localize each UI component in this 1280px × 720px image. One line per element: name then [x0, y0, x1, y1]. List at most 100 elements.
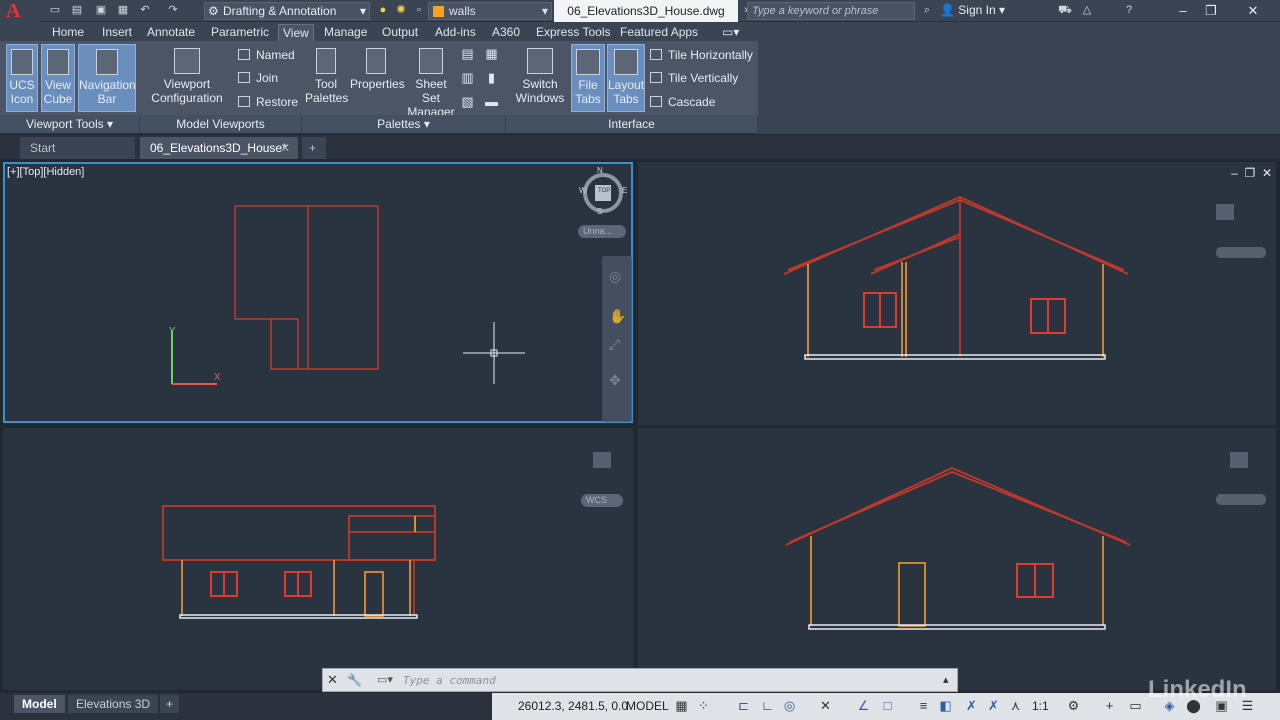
compass-east[interactable]: E	[622, 186, 627, 195]
design-center-icon[interactable]: ▤	[460, 46, 475, 61]
ucs-menu-pill[interactable]: Unna...	[578, 225, 626, 238]
calculator-icon[interactable]: ▮	[484, 70, 499, 85]
view-cube-button[interactable]: View Cube	[41, 44, 75, 112]
layer-properties-icon[interactable]: ▧	[460, 94, 475, 109]
join-button[interactable]: Join	[238, 71, 278, 85]
object-snap-tracking-icon[interactable]: ∠	[856, 698, 871, 713]
tab-manage[interactable]: Manage	[320, 24, 371, 41]
application-menu-button[interactable]: A	[0, 0, 40, 22]
sun-icon[interactable]: ✺	[394, 4, 408, 17]
tile-vertically-button[interactable]: Tile Vertically	[650, 71, 738, 85]
compass-north[interactable]: N	[597, 166, 603, 175]
grid-icon[interactable]: ▦	[674, 698, 689, 713]
file-tabs-button[interactable]: File Tabs	[571, 44, 605, 112]
tab-express-tools[interactable]: Express Tools	[532, 24, 614, 41]
undo-icon[interactable]: ↶	[138, 4, 152, 17]
polar-tracking-icon[interactable]: ◎	[782, 698, 797, 713]
restore-button[interactable]: Restore	[238, 95, 298, 109]
compass-south[interactable]: S	[597, 207, 602, 216]
annotation-monitor-icon[interactable]: +	[1102, 698, 1117, 713]
tab-featured-apps[interactable]: Featured Apps	[616, 24, 702, 41]
viewport-configuration-button[interactable]: Viewport Configuration	[146, 44, 228, 112]
tab-add-ins[interactable]: Add-ins	[431, 24, 480, 41]
new-tab-button[interactable]: +	[302, 137, 326, 159]
maximize-button[interactable]: ❐	[1198, 2, 1224, 20]
external-references-icon[interactable]: ▦	[484, 46, 499, 61]
infer-constraints-icon[interactable]: ⊏	[736, 698, 751, 713]
snap-icon[interactable]: ⁘	[696, 698, 711, 713]
ortho-icon[interactable]: ∟	[760, 698, 775, 713]
object-snap-icon[interactable]: □	[880, 698, 895, 713]
steering-wheel-icon[interactable]: ◎	[609, 268, 621, 285]
auto-scale-icon[interactable]: ✗	[986, 698, 1001, 713]
command-line-icon[interactable]: ▬	[484, 94, 499, 109]
binoculars-icon[interactable]: ⌕	[920, 4, 934, 17]
tab-a360[interactable]: A360	[488, 24, 524, 41]
workspace-selector[interactable]: ⚙ Drafting & Annotation ▾	[204, 2, 370, 20]
sign-in-button[interactable]: 👤 Sign In ▾	[940, 3, 1005, 17]
pan-hand-icon[interactable]: ✋	[609, 308, 626, 325]
open-file-icon[interactable]: ▤	[70, 4, 84, 17]
save-as-icon[interactable]: ▦	[116, 4, 130, 17]
layout-tab-model[interactable]: Model	[14, 695, 65, 713]
named-button[interactable]: Named	[238, 48, 295, 62]
ribbon-options-icon[interactable]: ▭▾	[718, 24, 743, 41]
tab-annotate[interactable]: Annotate	[143, 24, 199, 41]
viewport-elevation-right-bottom[interactable]	[638, 428, 1276, 690]
lock-icon[interactable]: ▫	[412, 4, 426, 17]
coordinates-readout[interactable]: 26012.3, 2481.5, 0.0	[518, 699, 628, 713]
tool-palettes-button[interactable]: Tool Palettes	[304, 44, 348, 112]
navigation-bar[interactable]: ◎ ✋ ⤢ ✥	[602, 256, 632, 422]
model-space-toggle[interactable]: MODEL	[626, 699, 669, 713]
tab-parametric[interactable]: Parametric	[207, 24, 273, 41]
layout-tab-elevations-3d[interactable]: Elevations 3D	[68, 695, 159, 713]
switch-windows-button[interactable]: Switch Windows	[512, 44, 568, 112]
panel-title-viewport-tools[interactable]: Viewport Tools ▾	[0, 115, 140, 133]
view-cube-top-face[interactable]: TOP	[598, 188, 610, 194]
viewport-elevation-left-bottom[interactable]: WCS	[3, 428, 633, 690]
file-tab-active[interactable]: 06_Elevations3D_House* ✕	[140, 137, 298, 159]
viewport-top[interactable]: [+][Top][Hidden] Y X N S W E TOP Unna...…	[3, 162, 633, 423]
command-expand-icon[interactable]: ▴	[943, 673, 949, 686]
zoom-extents-icon[interactable]: ⤢	[609, 336, 620, 353]
command-history-icon[interactable]: ▭▾	[377, 673, 393, 686]
annotation-scale-icon[interactable]: ⋏	[1008, 698, 1023, 713]
tile-horizontally-button[interactable]: Tile Horizontally	[650, 48, 753, 62]
tab-output[interactable]: Output	[378, 24, 422, 41]
isometric-icon[interactable]: ✕	[818, 698, 833, 713]
command-input[interactable]: Type a command	[403, 674, 496, 687]
transparency-icon[interactable]: ◧	[938, 698, 953, 713]
new-file-icon[interactable]: ▭	[48, 4, 62, 17]
cart-icon[interactable]: ⛟	[1058, 4, 1072, 17]
annotation-scale-value[interactable]: 1:1	[1032, 699, 1049, 713]
help-search-input[interactable]: Type a keyword or phrase	[747, 2, 915, 20]
close-command-line-icon[interactable]: ✕	[327, 673, 341, 687]
save-icon[interactable]: ▣	[94, 4, 108, 17]
layout-tabs-button[interactable]: Layout Tabs	[607, 44, 645, 112]
annotation-visibility-icon[interactable]: ✗	[964, 698, 979, 713]
tab-home[interactable]: Home	[48, 24, 88, 41]
tab-insert[interactable]: Insert	[98, 24, 136, 41]
layer-selector[interactable]: walls ▾	[428, 2, 552, 20]
customize-wrench-icon[interactable]: 🔧	[347, 673, 362, 687]
redo-icon[interactable]: ↷	[166, 4, 180, 17]
file-tab-start[interactable]: Start	[20, 137, 135, 159]
units-icon[interactable]: ▭	[1128, 698, 1143, 713]
lightbulb-icon[interactable]: ●	[376, 4, 390, 17]
new-layout-button[interactable]: +	[160, 695, 180, 713]
viewport-elevation-right-top[interactable]: – ❐ ✕	[638, 162, 1276, 425]
workspace-switching-gear-icon[interactable]: ⚙	[1066, 698, 1081, 713]
lineweight-icon[interactable]: ≡	[916, 698, 931, 713]
sheet-set-manager-button[interactable]: Sheet Set Manager	[404, 44, 458, 119]
cascade-button[interactable]: Cascade	[650, 95, 715, 109]
markup-set-icon[interactable]: ▥	[460, 70, 475, 85]
a360-icon[interactable]: △	[1080, 4, 1094, 17]
properties-button[interactable]: Properties	[350, 44, 405, 112]
navigation-bar-button[interactable]: Navigation Bar	[78, 44, 136, 112]
help-icon[interactable]: ?	[1122, 4, 1136, 17]
close-tab-icon[interactable]: ✕	[280, 137, 290, 159]
wcs-menu-pill[interactable]: WCS	[581, 494, 623, 507]
compass-west[interactable]: W	[579, 186, 587, 195]
close-button[interactable]: ✕	[1240, 2, 1266, 20]
minimize-button[interactable]: –	[1170, 2, 1196, 20]
